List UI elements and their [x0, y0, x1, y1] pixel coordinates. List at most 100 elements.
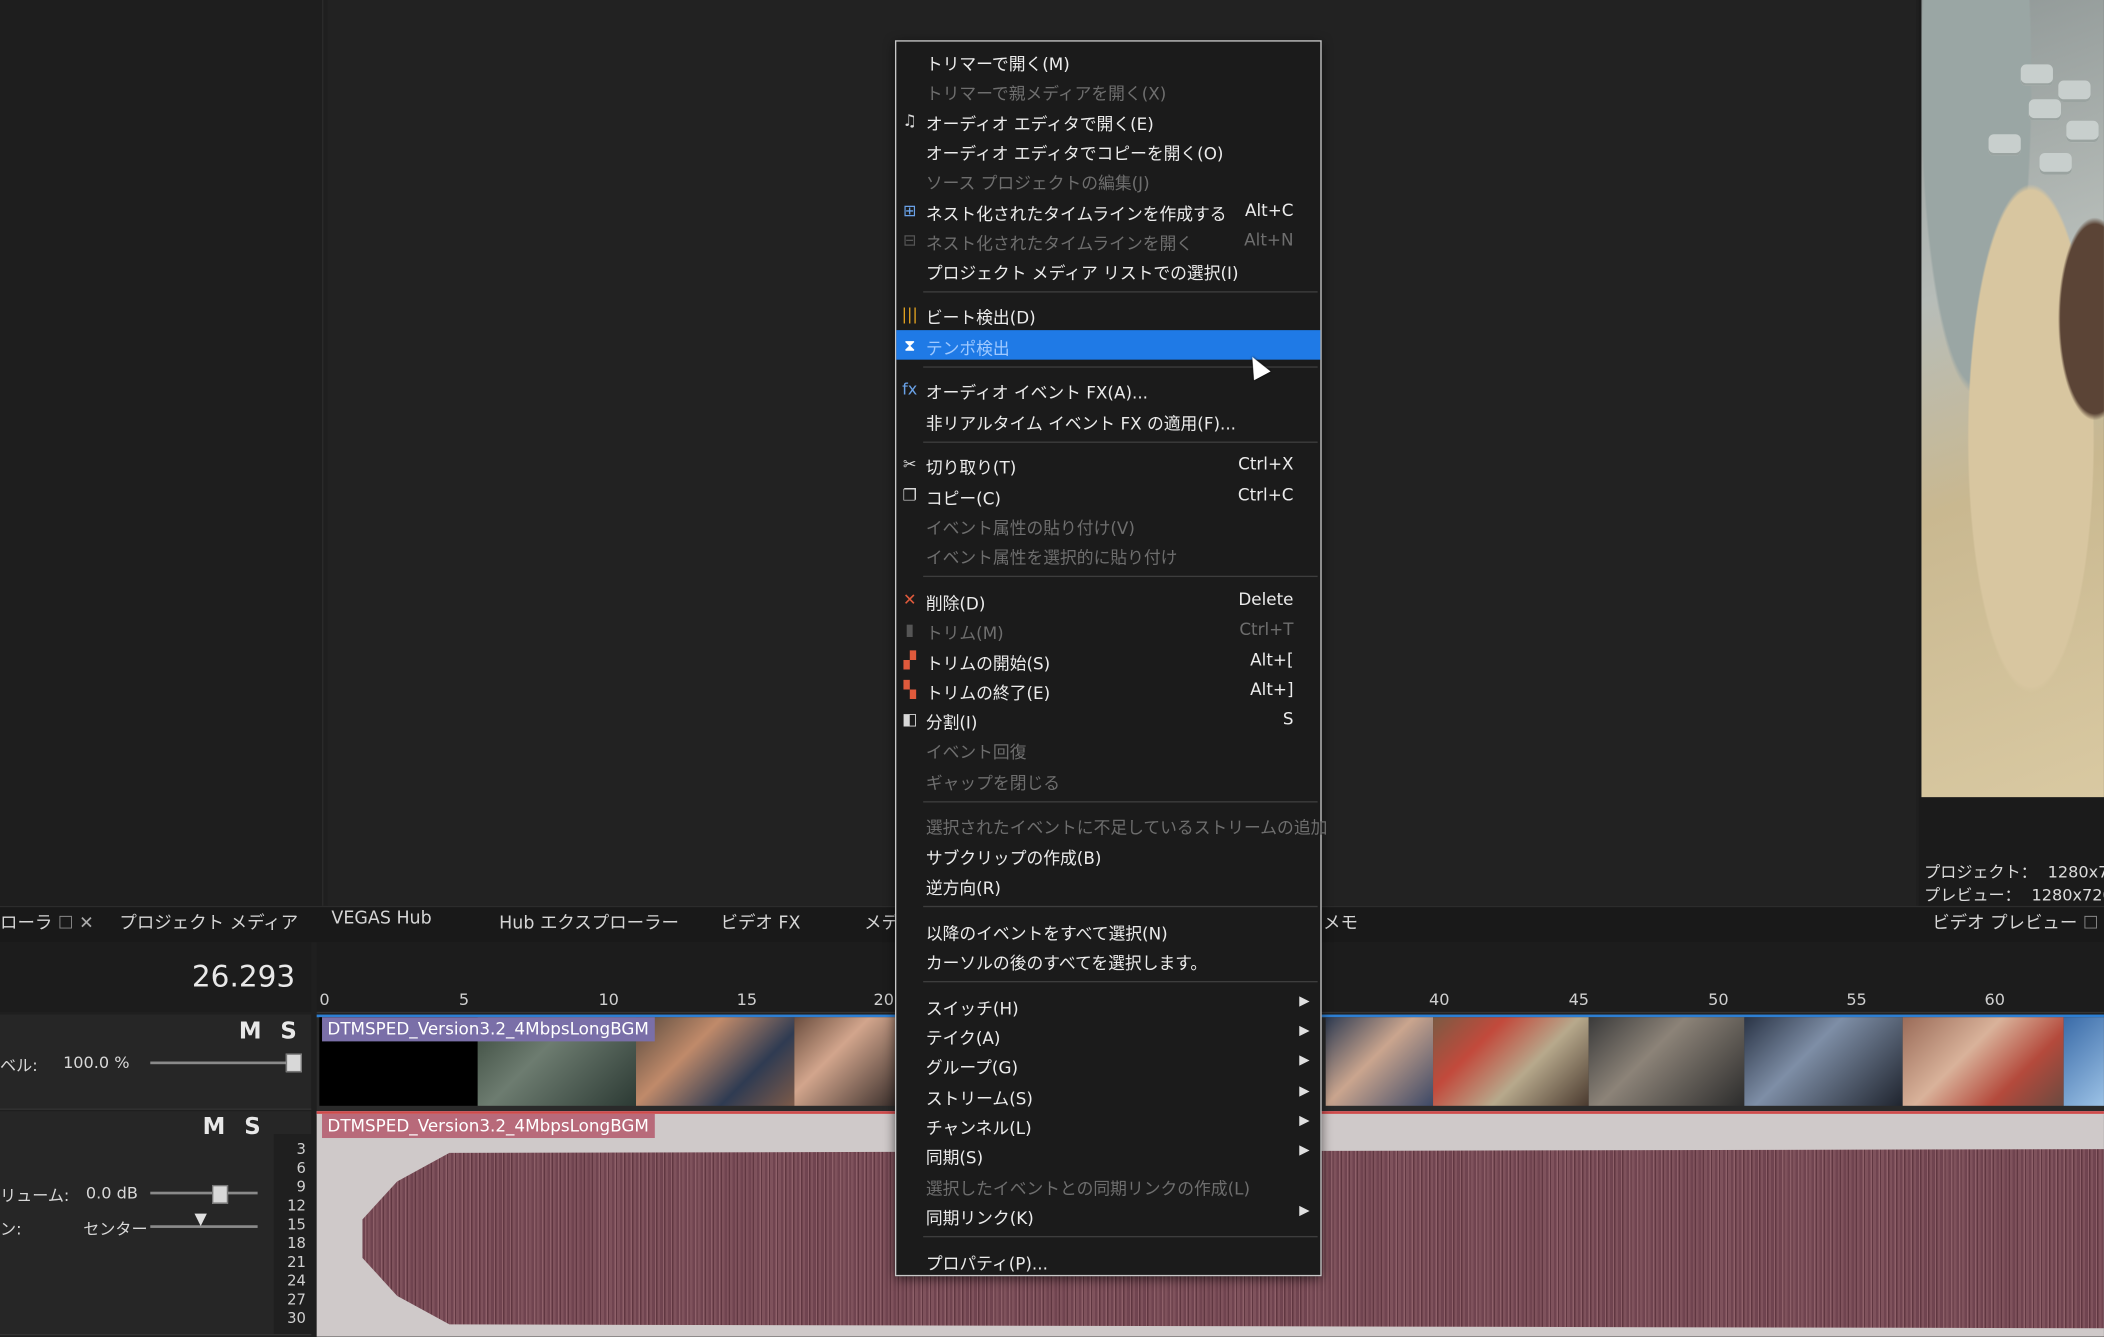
video-thumbnail	[2063, 1017, 2104, 1106]
tab-vegas-hub[interactable]: VEGAS Hub	[331, 909, 431, 929]
menu-item-close-gap[interactable]: ギャップを閉じる	[896, 765, 1320, 795]
split-icon: ◧	[902, 709, 918, 729]
fx-icon: fx	[902, 379, 918, 399]
left-panel	[0, 0, 324, 906]
volume-slider[interactable]	[150, 1191, 258, 1195]
note-icon: ♫	[902, 111, 917, 131]
menu-item-split[interactable]: ◧ 分割(I) S	[896, 705, 1320, 735]
beat-icon: |||	[901, 304, 918, 324]
menu-item-trim[interactable]: ▮ トリム(M) Ctrl+T	[896, 615, 1320, 645]
level-slider[interactable]	[150, 1061, 296, 1065]
menu-item-create-sync-link[interactable]: 選択したイベントとの同期リンクの作成(L)	[896, 1170, 1320, 1200]
menu-item-event-recover[interactable]: イベント回復	[896, 734, 1320, 764]
tab-video-fx[interactable]: ビデオ FX	[721, 909, 801, 934]
delete-icon: ✕	[902, 590, 917, 610]
pan-value: センター	[83, 1219, 148, 1239]
video-thumbnail	[1433, 1017, 1589, 1106]
menu-item-trim-end[interactable]: ▚ トリムの終了(E) Alt+]	[896, 675, 1320, 705]
menu-item-reverse[interactable]: 逆方向(R)	[896, 870, 1320, 900]
menu-item-beat-detect[interactable]: ||| ビート検出(D)	[896, 299, 1320, 329]
nest-open-icon: ⊟	[902, 230, 917, 250]
menu-item-open-in-audio-editor[interactable]: ♫ オーディオ エディタで開く(E)	[896, 106, 1320, 136]
preview-frame-image	[1921, 0, 2104, 798]
submenu-arrow-icon: ▶	[1299, 994, 1310, 1010]
video-thumbnail	[636, 1017, 795, 1106]
menu-item-cut[interactable]: ✂ 切り取り(T) Ctrl+X	[896, 450, 1320, 480]
tab-media[interactable]: メデ	[864, 909, 899, 934]
nest-create-icon: ⊞	[902, 201, 917, 221]
menu-item-select-all-following[interactable]: 以降のイベントをすべて選択(N)	[896, 915, 1320, 945]
video-thumbnail	[1325, 1017, 1434, 1106]
menu-item-select-in-project-media[interactable]: プロジェクト メディア リストでの選択(I)	[896, 255, 1320, 285]
menu-item-group[interactable]: グループ(G) ▶	[896, 1049, 1320, 1079]
menu-item-selectively-paste-attributes[interactable]: イベント属性を選択的に貼り付け	[896, 539, 1320, 569]
tab-memo[interactable]: メモ	[1323, 909, 1358, 934]
mute-button[interactable]: M	[203, 1114, 226, 1141]
menu-item-add-missing-streams[interactable]: 選択されたイベントに不足しているストリームの追加	[896, 809, 1328, 839]
menu-item-stream[interactable]: ストリーム(S) ▶	[896, 1080, 1320, 1110]
level-value: 100.0 %	[63, 1053, 130, 1073]
solo-button[interactable]: S	[244, 1114, 260, 1141]
volume-label: リューム:	[0, 1186, 70, 1206]
close-icon[interactable]: ✕	[79, 914, 94, 934]
audio-track-header[interactable]	[0, 1111, 312, 1336]
menu-item-open-in-trimmer[interactable]: トリマーで開く(M)	[896, 46, 1320, 76]
tab-video-preview[interactable]: ビデオ プレビュー ☐ ✕	[1932, 909, 2104, 934]
volume-slider-knob[interactable]	[212, 1184, 229, 1204]
menu-item-paste-event-attributes[interactable]: イベント属性の貼り付け(V)	[896, 510, 1320, 540]
video-thumbnail	[794, 1017, 895, 1106]
level-slider-knob[interactable]	[285, 1053, 302, 1073]
window-icon[interactable]: ☐	[58, 914, 74, 934]
tab-project-media[interactable]: プロジェクト メディア	[119, 909, 298, 934]
trim-end-icon: ▚	[903, 680, 916, 700]
menu-item-trim-start[interactable]: ▞ トリムの開始(S) Alt+[	[896, 646, 1320, 676]
video-thumbnail	[1588, 1017, 1745, 1106]
solo-button[interactable]: S	[280, 1019, 296, 1046]
menu-item-select-after-cursor[interactable]: カーソルの後のすべてを選択します。	[896, 945, 1320, 975]
menu-item-properties[interactable]: プロパティ(P)...	[896, 1245, 1320, 1275]
video-clip-title: DTMSPED_Version3.2_4MbpsLongBGM	[322, 1017, 655, 1042]
db-meter-scale: 3 6 9 12 15 18 21 24 27 30	[273, 1133, 312, 1334]
menu-item-open-nested-timeline[interactable]: ⊟ ネスト化されたタイムラインを開く Alt+N	[896, 225, 1320, 255]
pan-slider-knob[interactable]: ▼	[195, 1209, 207, 1228]
copy-icon: ❐	[902, 485, 917, 505]
menu-item-copy[interactable]: ❐ コピー(C) Ctrl+C	[896, 480, 1320, 510]
window-icon[interactable]: ☐	[2083, 914, 2099, 934]
menu-item-take[interactable]: テイク(A) ▶	[896, 1020, 1320, 1050]
submenu-arrow-icon: ▶	[1299, 1113, 1310, 1129]
trim-start-icon: ▞	[903, 650, 916, 670]
submenu-arrow-icon: ▶	[1299, 1143, 1310, 1159]
submenu-arrow-icon: ▶	[1299, 1203, 1310, 1219]
video-thumbnail	[1902, 1017, 2064, 1106]
level-label: ベル:	[0, 1056, 38, 1075]
scissors-icon: ✂	[902, 454, 917, 474]
mute-button[interactable]: M	[239, 1019, 262, 1046]
menu-item-create-subclip[interactable]: サブクリップの作成(B)	[896, 840, 1320, 870]
menu-item-sync[interactable]: 同期(S) ▶	[896, 1139, 1320, 1169]
menu-item-channel[interactable]: チャンネル(L) ▶	[896, 1110, 1320, 1140]
menu-item-switch[interactable]: スイッチ(H) ▶	[896, 990, 1320, 1020]
pan-label: ン:	[0, 1219, 22, 1239]
menu-item-apply-nonrealtime-fx[interactable]: 非リアルタイム イベント FX の適用(F)...	[896, 405, 1320, 435]
tab-hub-explorer[interactable]: Hub エクスプローラー	[499, 909, 679, 934]
event-context-menu: トリマーで開く(M) トリマーで親メディアを開く(X) ♫ オーディオ エディタで…	[894, 40, 1328, 1277]
menu-item-open-copy-in-audio-editor[interactable]: オーディオ エディタでコピーを開く(O)	[896, 136, 1320, 166]
audio-clip-title: DTMSPED_Version3.2_4MbpsLongBGM	[322, 1113, 655, 1139]
volume-value: 0.0 dB	[85, 1183, 138, 1203]
menu-item-delete[interactable]: ✕ 削除(D) Delete	[896, 585, 1320, 615]
menu-item-audio-event-fx[interactable]: fx オーディオ イベント FX(A)...	[896, 374, 1320, 404]
menu-item-open-parent-in-trimmer[interactable]: トリマーで親メディアを開く(X)	[896, 75, 1320, 105]
submenu-arrow-icon: ▶	[1299, 1084, 1310, 1100]
tempo-icon: ⧗	[904, 335, 916, 355]
preview-preview-info: プレビュー：1280x720x	[1924, 885, 2104, 905]
submenu-arrow-icon: ▶	[1299, 1023, 1310, 1039]
menu-item-sync-link[interactable]: 同期リンク(K) ▶	[896, 1200, 1320, 1230]
preview-project-info: プロジェクト：1280x720x	[1924, 862, 2104, 882]
tab-explorer[interactable]: ローラ ☐ ✕	[0, 909, 94, 934]
menu-item-create-nested-timeline[interactable]: ⊞ ネスト化されたタイムラインを作成する Alt+C	[896, 196, 1320, 226]
submenu-arrow-icon: ▶	[1299, 1053, 1310, 1069]
video-thumbnail	[1744, 1017, 1903, 1106]
trim-icon: ▮	[905, 620, 915, 639]
timecode-display: 26.293	[0, 942, 312, 1012]
menu-item-edit-source-project[interactable]: ソース プロジェクトの編集(J)	[896, 165, 1320, 195]
